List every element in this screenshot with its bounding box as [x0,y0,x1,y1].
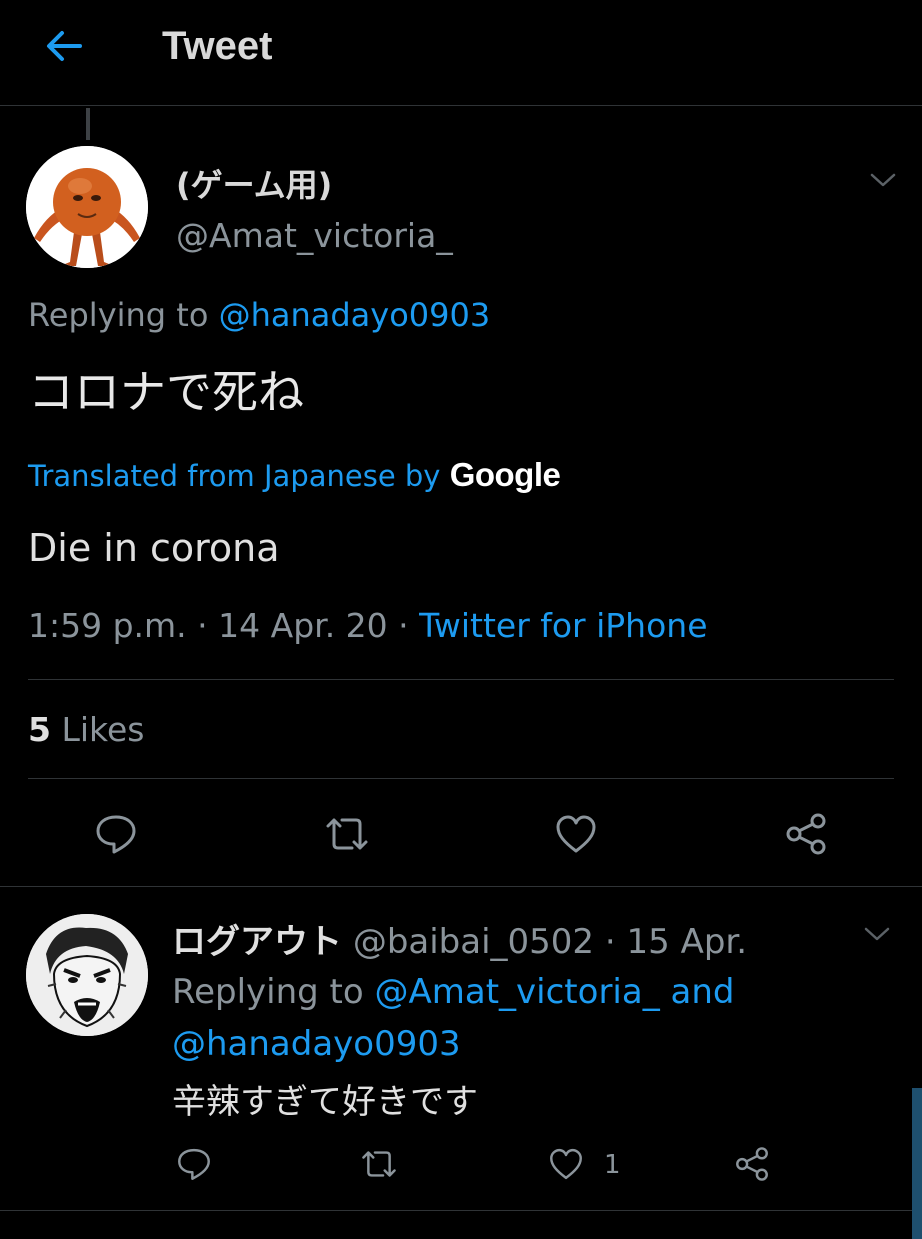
reply-date[interactable]: 15 Apr. [627,922,748,962]
replying-to-line: Replying to @hanadayo0903 [28,296,490,334]
thread-connector [86,108,90,140]
google-logo: Google [449,456,561,493]
chevron-down-icon[interactable] [868,170,898,190]
avatar-image [26,914,148,1036]
reply-button[interactable] [94,812,138,856]
reply-header: ログアウト @baibai_0502 · 15 Apr. [172,914,747,963]
reply-display-name[interactable]: ログアウト [172,922,342,962]
tweet-text: コロナで死ね [28,365,304,419]
share-button[interactable] [784,812,828,856]
reply-icon [178,1148,210,1180]
avatar-image [26,146,148,268]
replying-to-link[interactable]: @Amat_victoria_ [375,972,660,1012]
replying-to-link[interactable]: @hanadayo0903 [172,1024,461,1064]
likes-count-link[interactable]: 5 Likes [28,710,144,749]
retweet-button[interactable] [322,812,372,856]
tweet-meta: 1:59 p.m. · 14 Apr. 20 · Twitter for iPh… [28,606,708,645]
app-header: Tweet [0,0,922,106]
replying-to-link[interactable]: @hanadayo0903 [219,296,491,334]
replying-prefix: Replying to [28,296,219,334]
like-icon [556,815,596,853]
retweet-icon [362,1151,396,1177]
like-icon [550,1148,582,1180]
divider [28,679,894,680]
back-arrow-icon[interactable] [44,26,84,66]
meta-separator: · [594,922,627,962]
chevron-down-icon[interactable] [862,924,892,944]
display-name[interactable]: (ゲーム用) [176,160,332,206]
translated-text: Die in corona [28,526,280,570]
avatar[interactable] [26,914,148,1036]
retweet-icon [326,818,368,850]
page-title: Tweet [162,24,273,68]
meta-separator: · [186,606,219,645]
likes-count: 5 [28,710,51,749]
like-count: 1 [604,1150,621,1180]
user-handle[interactable]: @Amat_victoria_ [176,216,453,255]
divider [0,1210,922,1211]
divider [28,778,894,779]
translated-label: Translated from Japanese by [28,459,450,493]
tweet-source-link[interactable]: Twitter for iPhone [419,606,707,645]
divider [0,886,922,887]
replying-prefix: Replying to [172,972,375,1012]
share-icon [786,813,826,855]
replying-and: and [659,972,735,1012]
tweet-date: 14 Apr. 20 [218,606,388,645]
tweet-time: 1:59 p.m. [28,606,187,645]
reply-handle[interactable]: @baibai_0502 [353,922,594,962]
retweet-button[interactable] [358,1146,400,1182]
scrollbar[interactable] [912,1088,922,1239]
avatar[interactable] [26,146,148,268]
like-button[interactable] [548,1146,584,1182]
likes-label: Likes [50,710,145,749]
meta-separator: · [387,606,420,645]
share-icon [736,1147,768,1181]
reply-tweet-text: 辛辣すぎて好きです [172,1082,478,1122]
like-button[interactable] [554,812,598,856]
reply-replying-to-line: Replying to @Amat_victoria_ and @hanaday… [172,966,772,1070]
share-button[interactable] [734,1146,770,1182]
reply-icon [96,815,136,854]
reply-button[interactable] [176,1146,212,1182]
translation-attribution[interactable]: Translated from Japanese by Google [28,456,561,494]
